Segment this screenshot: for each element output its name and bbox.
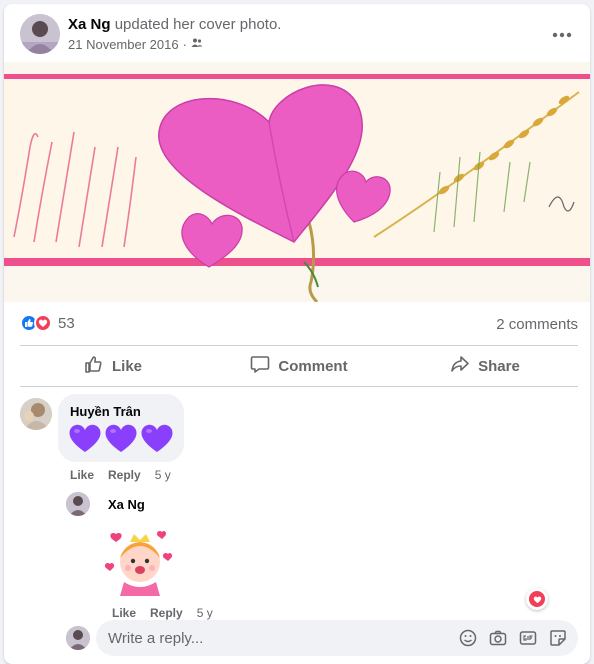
- post-card: Xa Ng updated her cover photo. 21 Novemb…: [4, 4, 590, 664]
- commenter-avatar[interactable]: [20, 398, 52, 430]
- share-icon: [450, 354, 470, 378]
- comment-reply-link[interactable]: Reply: [108, 468, 141, 482]
- comment: Huyền Trân Like Reply 5 y: [4, 394, 590, 484]
- sticker-princess-hearts[interactable]: [102, 524, 178, 600]
- friends-icon[interactable]: [191, 37, 203, 52]
- camera-icon[interactable]: [488, 628, 508, 648]
- reaction-stats: 53 2 comments: [20, 310, 578, 338]
- author-name[interactable]: Xa Ng: [68, 16, 111, 33]
- reply-actions: Like Reply 5 y: [112, 606, 213, 620]
- replier-avatar[interactable]: [66, 492, 90, 516]
- comment-icon: [250, 354, 270, 378]
- current-user-avatar[interactable]: [66, 626, 90, 650]
- comments-count[interactable]: 2 comments: [496, 316, 578, 333]
- post-meta: 21 November 2016 ·: [68, 37, 203, 52]
- comment-label: Comment: [278, 357, 348, 375]
- purple-heart-icon: [141, 424, 173, 452]
- reply: Xa Ng Like Reply 5 y: [4, 488, 590, 620]
- comment-like-link[interactable]: Like: [70, 468, 94, 482]
- love-reaction-badge[interactable]: [526, 588, 548, 610]
- thumbs-up-icon: [84, 354, 104, 378]
- reactions-count: 53: [58, 314, 75, 332]
- share-button[interactable]: Share: [392, 346, 578, 386]
- reply-input[interactable]: Write a reply...: [96, 620, 578, 656]
- author-line: Xa Ng updated her cover photo.: [68, 16, 281, 33]
- sticker-icon[interactable]: [548, 628, 568, 648]
- reply-time[interactable]: 5 y: [197, 606, 213, 620]
- cover-photo[interactable]: [4, 62, 590, 304]
- like-label: Like: [111, 357, 142, 375]
- reactions-summary[interactable]: 53: [20, 314, 75, 332]
- love-icon: [34, 314, 52, 332]
- like-button[interactable]: Like: [20, 346, 206, 386]
- post-header: Xa Ng updated her cover photo. 21 Novemb…: [4, 4, 590, 62]
- author-avatar[interactable]: [20, 14, 60, 54]
- comment-content: [68, 422, 174, 454]
- more-options-button[interactable]: [546, 18, 578, 50]
- purple-heart-icon: [69, 424, 101, 452]
- reply-reply-link[interactable]: Reply: [150, 606, 183, 620]
- gif-icon[interactable]: [518, 628, 538, 648]
- emoji-icon[interactable]: [458, 628, 478, 648]
- comment-button[interactable]: Comment: [206, 346, 392, 386]
- share-label: Share: [478, 357, 520, 375]
- comment-bubble: Huyền Trân: [58, 394, 184, 462]
- love-icon: [529, 591, 545, 607]
- comment-actions: Like Reply 5 y: [70, 468, 171, 482]
- reply-like-link[interactable]: Like: [112, 606, 136, 620]
- post-actions: Like Comment Share: [20, 346, 578, 386]
- reply-input-icons: [458, 628, 568, 648]
- post-action-text: updated her cover photo.: [114, 16, 282, 33]
- divider: [20, 386, 578, 387]
- replier-name[interactable]: Xa Ng: [108, 497, 145, 512]
- commenter-name[interactable]: Huyền Trân: [70, 404, 141, 419]
- more-horizontal-icon: [552, 25, 572, 43]
- reply-placeholder: Write a reply...: [108, 630, 204, 647]
- comment-time[interactable]: 5 y: [155, 468, 171, 482]
- purple-heart-icon: [105, 424, 137, 452]
- post-date[interactable]: 21 November 2016: [68, 37, 179, 52]
